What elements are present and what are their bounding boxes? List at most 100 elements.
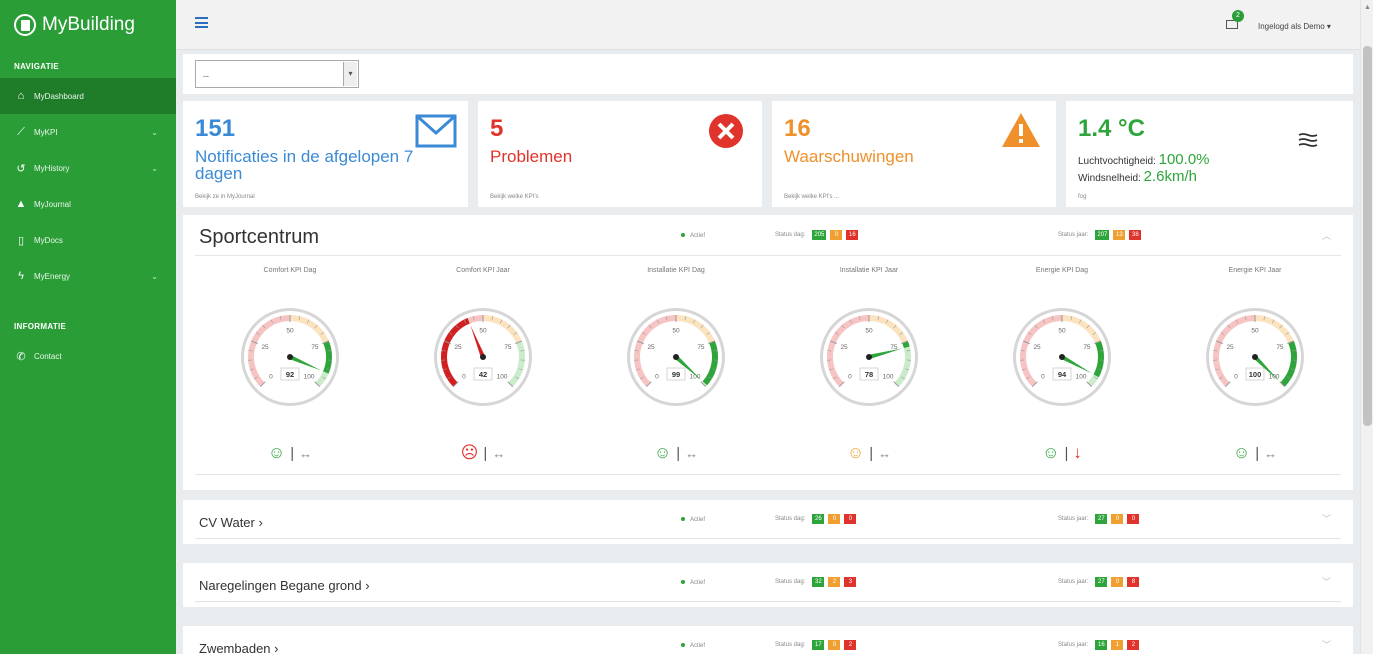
section-title[interactable]: CV Water › xyxy=(199,515,263,530)
status-year: Status jaar: 16 1 2 xyxy=(1058,640,1143,650)
status-day: Status dag: 32 2 3 xyxy=(775,577,860,587)
status-warning-badge: 2 xyxy=(828,577,841,587)
kpi-gauge: Comfort KPI Jaar 0 25 50 75 100 42 ☹ | ↔ xyxy=(388,255,578,470)
gauge-tick-label: 100 xyxy=(304,374,315,381)
gauge-title: Energie KPI Jaar xyxy=(1228,267,1282,274)
kpi-gauge: Energie KPI Jaar 0 25 50 75 100 100 ☺ | ↔ xyxy=(1160,255,1350,470)
sidebar-item-label: Contact xyxy=(34,351,62,361)
building-icon xyxy=(14,14,36,36)
mood-icon: ☹ xyxy=(460,443,479,462)
gauge-tick-label: 25 xyxy=(1033,344,1041,351)
divider xyxy=(195,601,1341,602)
gauge-indicator: ☺ | ↓ xyxy=(967,443,1157,463)
section-zwembaden[interactable]: Zwembaden › Actief Status dag: 17 0 2 St… xyxy=(183,626,1353,654)
scrollbar[interactable]: ▲ xyxy=(1360,0,1373,654)
sidebar-item-mykpi[interactable]: ⟋ MyKPI ⌄ xyxy=(0,114,176,150)
weather-condition: fog xyxy=(1078,194,1087,200)
notifications-link[interactable]: Bekijk ze in MyJournal xyxy=(195,194,255,200)
gauge-tick-label: 100 xyxy=(883,374,894,381)
gauge-tick-label: 100 xyxy=(497,374,508,381)
active-indicator: Actief xyxy=(681,580,705,586)
mail-button[interactable]: 2 xyxy=(1226,10,1244,34)
status-ok-badge: 32 xyxy=(812,577,825,587)
section-naregelingen[interactable]: Naregelingen Begane grond › Actief Statu… xyxy=(183,563,1353,607)
gauge-value-band xyxy=(322,340,332,374)
status-year: Status jaar: 207 13 38 xyxy=(1058,230,1145,240)
gauge-tick-label: 0 xyxy=(269,374,273,381)
mood-icon: ☺ xyxy=(653,443,672,462)
gauge-title: Installatie KPI Jaar xyxy=(839,267,899,274)
gauge-dial: 025507510078 xyxy=(820,308,918,406)
gauge-tick-label: 75 xyxy=(504,344,512,351)
kpi-gauge: Installatie KPI Dag 0 25 50 75 100 99 ☺ | ↔ xyxy=(581,255,771,470)
problems-link[interactable]: Bekijk welke KPI's xyxy=(490,194,539,200)
gauge-value-label: 94 xyxy=(1058,370,1067,379)
warnings-link[interactable]: Bekijk welke KPI's ... xyxy=(784,194,839,200)
sidebar-item-label: MyKPI xyxy=(34,127,58,137)
scroll-thumb[interactable] xyxy=(1363,46,1372,426)
status-ok-badge: 17 xyxy=(812,640,825,650)
sidebar-item-label: MyHistory xyxy=(34,163,70,173)
section-title[interactable]: Zwembaden › xyxy=(199,641,278,654)
mood-icon: ☺ xyxy=(1232,443,1251,462)
notifications-card: 151 Notificaties in de afgelopen 7 dagen… xyxy=(183,101,468,207)
chevron-down-icon[interactable]: ﹀ xyxy=(1322,575,1331,588)
gauge-tick-label: 25 xyxy=(840,344,848,351)
warnings-label: Waarschuwingen xyxy=(784,147,914,166)
sidebar-item-mydashboard[interactable]: ⌂ MyDashboard xyxy=(0,78,176,114)
section-cv-water[interactable]: CV Water › Actief Status dag: 26 0 0 Sta… xyxy=(183,500,1353,544)
wind-label: Windsnelheid: xyxy=(1078,173,1141,184)
wind-row: Windsnelheid: 2.6km/h xyxy=(1078,168,1197,185)
temperature: 1.4 °C xyxy=(1078,115,1145,142)
phone-icon: ✆ xyxy=(16,350,26,363)
notifications-count: 151 xyxy=(195,115,236,142)
gauge-tick-label: 100 xyxy=(1269,374,1280,381)
sidebar-item-myenergy[interactable]: ϟ MyEnergy ⌄ xyxy=(0,258,176,294)
status-ok-badge: 16 xyxy=(1095,640,1108,650)
sidebar-item-myjournal[interactable]: ▲ MyJournal xyxy=(0,186,176,222)
chevron-up-icon[interactable]: ︿ xyxy=(1322,229,1331,242)
gauge-dial: 0 25 50 75 100 42 xyxy=(434,308,532,406)
status-error-badge: 0 xyxy=(844,514,857,524)
sidebar-item-label: MyDashboard xyxy=(34,91,84,101)
gauge-tick-label: 50 xyxy=(1058,328,1066,335)
active-indicator: Actief xyxy=(681,517,705,523)
gauge-tick-label: 0 xyxy=(1041,374,1045,381)
trend-icon: ↔ xyxy=(685,446,699,461)
envelope-icon xyxy=(415,114,457,148)
app-root: MyBuilding NAVIGATIE ⌂ MyDashboard ⟋ MyK… xyxy=(0,0,1373,654)
brand[interactable]: MyBuilding xyxy=(0,0,176,50)
status-day: Status dag: 17 0 2 xyxy=(775,640,860,650)
gauge-tick-label: 0 xyxy=(462,374,466,381)
status-error-badge: 3 xyxy=(844,577,857,587)
section-title[interactable]: Naregelingen Begane grond › xyxy=(199,578,370,593)
gauge-tick-label: 50 xyxy=(672,328,680,335)
status-ok-badge: 26 xyxy=(812,514,825,524)
gauge-tick-label: 50 xyxy=(865,328,873,335)
topbar: 2 Ingelogd als Demo ▾ xyxy=(176,0,1360,50)
menu-icon[interactable] xyxy=(195,17,208,28)
building-select[interactable]: -- ▾ xyxy=(195,60,359,88)
sidebar-item-mydocs[interactable]: ▯ MyDocs xyxy=(0,222,176,258)
status-year: Status jaar: 27 0 8 xyxy=(1058,577,1143,587)
sidebar-item-label: MyJournal xyxy=(34,199,71,209)
user-menu[interactable]: Ingelogd als Demo ▾ xyxy=(1258,22,1331,31)
gauge-value-band xyxy=(902,340,910,349)
kpi-gauge: Installatie KPI Jaar 0 25 50 75 100 78 ☺ | ↔ xyxy=(774,255,964,470)
sidebar-item-myhistory[interactable]: ↺ MyHistory ⌄ xyxy=(0,150,176,186)
active-dot xyxy=(681,580,685,585)
error-icon xyxy=(709,114,743,148)
scroll-up-icon[interactable]: ▲ xyxy=(1364,4,1371,11)
status-ok-badge: 27 xyxy=(1095,514,1108,524)
warning-icon: ▲ xyxy=(15,198,27,210)
gauge-tick-label: 0 xyxy=(848,374,852,381)
section-title[interactable]: Sportcentrum xyxy=(199,226,319,249)
line-chart-icon: ⟋ xyxy=(17,125,25,138)
trend-icon: ↔ xyxy=(1264,446,1278,461)
chevron-down-icon[interactable]: ﹀ xyxy=(1322,512,1331,525)
gauge-dial: 0 25 50 75 100 92 xyxy=(241,308,339,406)
sidebar-item-contact[interactable]: ✆ Contact xyxy=(0,338,176,374)
info-heading: INFORMATIE xyxy=(14,322,67,331)
separator: | xyxy=(290,445,295,462)
chevron-down-icon[interactable]: ﹀ xyxy=(1322,638,1331,651)
